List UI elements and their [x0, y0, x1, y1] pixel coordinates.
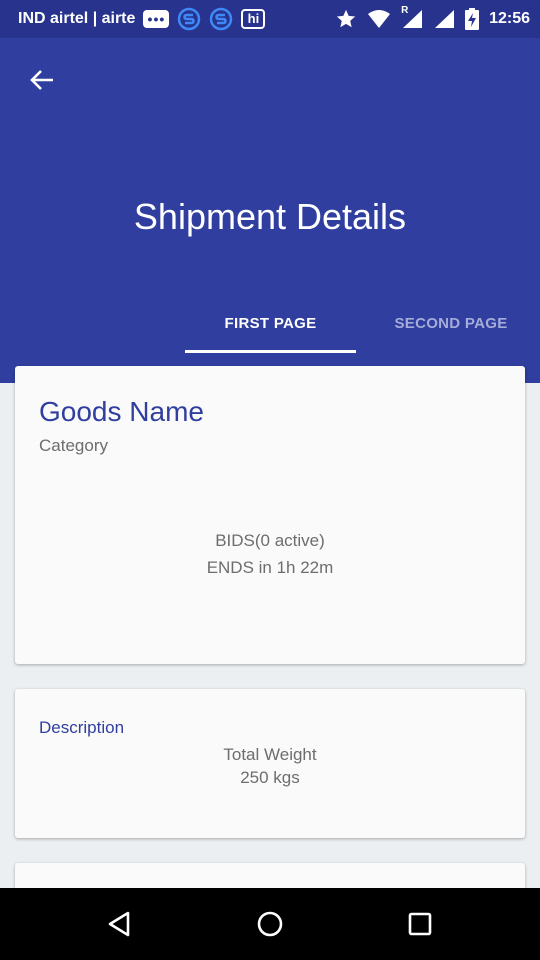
wifi-icon [367, 9, 391, 29]
home-circle-icon [257, 911, 283, 937]
message-icon: ••• [143, 10, 170, 28]
description-card[interactable]: Description Total Weight 250 kgs [15, 689, 525, 838]
s-app-icon [209, 7, 233, 31]
bids-info: BIDS(0 active) ENDS in 1h 22m [15, 527, 525, 581]
total-weight: Total Weight 250 kgs [15, 743, 525, 789]
goods-category: Category [39, 436, 108, 455]
roaming-letter: R [401, 5, 409, 16]
shipment-summary-card[interactable]: Goods Name Category BIDS(0 active) ENDS … [15, 366, 525, 664]
carrier-name: IND airtel | airte [18, 10, 136, 27]
bids-ends: ENDS in 1h 22m [206, 558, 334, 577]
clock: 12:56 [489, 10, 530, 27]
signal-icon [433, 9, 455, 29]
status-bar: IND airtel | airte ••• hi R 12:56 [0, 0, 540, 38]
star-icon [335, 8, 357, 30]
battery-charging-icon [465, 8, 480, 30]
signal-roaming-icon: R [401, 5, 423, 29]
tab-second-page[interactable]: SECOND PAGE [356, 294, 540, 352]
total-weight-value: 250 kgs [240, 768, 300, 787]
recents-square-icon [408, 912, 432, 936]
page-title: Shipment Details [133, 196, 407, 237]
description-label: Description [39, 718, 125, 737]
tab-indicator [185, 350, 356, 353]
tab-first-page[interactable]: FIRST PAGE [185, 294, 356, 352]
system-nav-bar [0, 888, 540, 960]
total-weight-label: Total Weight [223, 745, 317, 764]
nav-recents-button[interactable] [400, 904, 440, 944]
back-triangle-icon [108, 911, 130, 937]
arrow-back-icon [30, 70, 53, 90]
nav-home-button[interactable] [250, 904, 290, 944]
bids-count: BIDS(0 active) [215, 531, 325, 550]
goods-name: Goods Name [39, 396, 204, 427]
app-bar: Shipment Details FIRST PAGE SECOND PAGE [0, 38, 540, 383]
hi-app-icon: hi [241, 9, 266, 29]
back-button[interactable] [22, 64, 62, 96]
s-app-icon [177, 7, 201, 31]
nav-back-button[interactable] [100, 904, 140, 944]
